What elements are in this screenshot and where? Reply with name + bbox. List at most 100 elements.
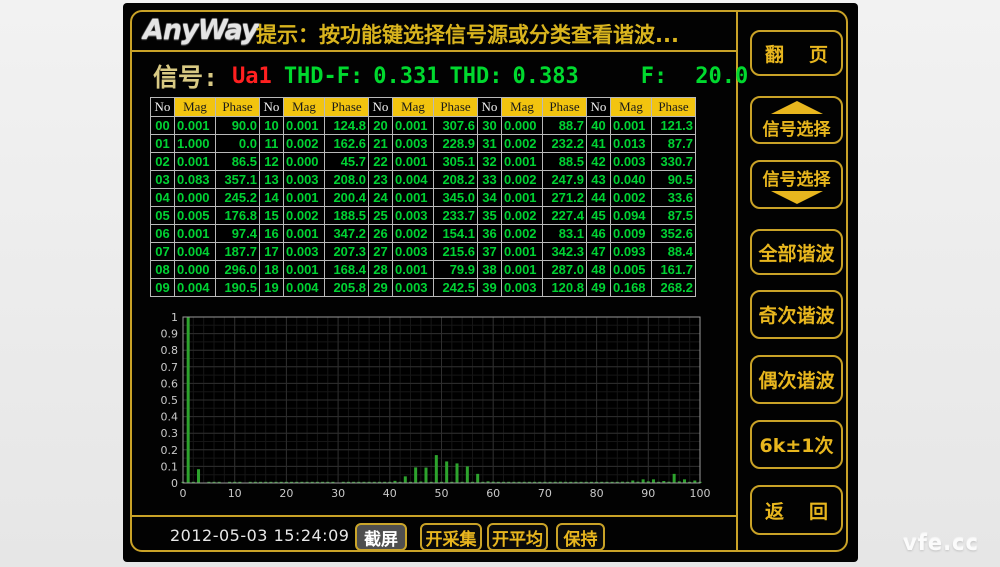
harmonic-phase: 271.2 — [543, 189, 587, 207]
screenshot-button[interactable]: 截屏 — [355, 523, 407, 551]
harmonic-mag: 0.003 — [284, 243, 325, 261]
harmonic-phase: 215.6 — [434, 243, 478, 261]
harmonic-no: 25 — [369, 207, 393, 225]
footer-divider — [132, 515, 736, 517]
harmonic-phase: 208.2 — [434, 171, 478, 189]
harmonic-phase: 233.7 — [434, 207, 478, 225]
harmonic-phase: 200.4 — [325, 189, 369, 207]
harmonic-phase: 168.4 — [325, 261, 369, 279]
harmonic-phase: 205.8 — [325, 279, 369, 297]
harmonic-phase: 90.0 — [216, 117, 260, 135]
signal-label: 信号: — [153, 58, 218, 94]
harmonic-mag: 0.001 — [502, 261, 543, 279]
harmonic-mag: 0.002 — [284, 207, 325, 225]
harmonic-no: 43 — [587, 171, 611, 189]
svg-text:60: 60 — [486, 487, 500, 500]
harmonic-no: 37 — [478, 243, 502, 261]
harmonic-mag: 0.002 — [611, 189, 652, 207]
button-label: 偶次谐波 — [758, 366, 834, 393]
harmonic-mag: 0.003 — [393, 279, 434, 297]
svg-text:90: 90 — [641, 487, 655, 500]
svg-text:50: 50 — [435, 487, 449, 500]
harmonic-mag: 0.001 — [175, 117, 216, 135]
harmonic-no: 02 — [151, 153, 175, 171]
harmonic-phase: 207.3 — [325, 243, 369, 261]
page-turn-button[interactable]: 翻页 — [750, 30, 843, 76]
table-row: 070.004187.7170.003207.3270.003215.6370.… — [151, 243, 696, 261]
even-harmonics-button[interactable]: 偶次谐波 — [750, 355, 843, 404]
table-row: 050.005176.8150.002188.5250.003233.7350.… — [151, 207, 696, 225]
harmonic-no: 13 — [260, 171, 284, 189]
harmonic-no: 28 — [369, 261, 393, 279]
harmonic-mag: 0.003 — [502, 279, 543, 297]
page-background: AnyWay 提示：按功能键选择信号源或分类查看谐波... 信号: Ua1 TH… — [0, 0, 1000, 567]
signal-name: Ua1 — [232, 64, 272, 89]
harmonic-phase: 345.0 — [434, 189, 478, 207]
harmonic-phase: 176.8 — [216, 207, 260, 225]
table-row: 011.0000.0110.002162.6210.003228.9310.00… — [151, 135, 696, 153]
harmonic-phase: 0.0 — [216, 135, 260, 153]
title-divider — [132, 50, 736, 52]
harmonic-mag: 0.093 — [611, 243, 652, 261]
button-label: 全部谐波 — [758, 239, 834, 266]
harmonic-mag: 0.000 — [175, 189, 216, 207]
table-row: 030.083357.1130.003208.0230.004208.2330.… — [151, 171, 696, 189]
col-header-mag: Mag — [175, 98, 216, 117]
harmonic-no: 16 — [260, 225, 284, 243]
signal-select-down-button[interactable]: 信号选择 — [750, 160, 843, 209]
hold-button[interactable]: 保持 — [556, 523, 605, 551]
svg-text:0.8: 0.8 — [161, 344, 179, 357]
svg-text:70: 70 — [538, 487, 552, 500]
harmonic-phase: 330.7 — [652, 153, 696, 171]
all-harmonics-button[interactable]: 全部谐波 — [750, 229, 843, 275]
harmonic-no: 34 — [478, 189, 502, 207]
col-header-phase: Phase — [652, 98, 696, 117]
harmonic-phase: 188.5 — [325, 207, 369, 225]
thdf-value: 0.331 — [373, 64, 439, 89]
harmonic-mag: 0.001 — [393, 261, 434, 279]
return-button[interactable]: 返回 — [750, 485, 843, 535]
harmonic-no: 03 — [151, 171, 175, 189]
harmonic-no: 01 — [151, 135, 175, 153]
harmonic-phase: 90.5 — [652, 171, 696, 189]
harmonic-no: 11 — [260, 135, 284, 153]
harmonic-phase: 268.2 — [652, 279, 696, 297]
harmonic-mag: 0.000 — [502, 117, 543, 135]
harmonic-no: 24 — [369, 189, 393, 207]
harmonic-phase: 88.7 — [543, 117, 587, 135]
button-char: 回 — [809, 497, 828, 524]
arrow-up-icon — [771, 101, 823, 114]
harmonic-phase: 33.6 — [652, 189, 696, 207]
table-row: 090.004190.5190.004205.8290.003242.5390.… — [151, 279, 696, 297]
harmonics-bar-chart: 00.10.20.30.40.50.60.70.80.9101020304050… — [150, 308, 725, 508]
col-header-phase: Phase — [325, 98, 369, 117]
harmonic-mag: 0.002 — [502, 225, 543, 243]
col-header-no: No — [151, 98, 175, 117]
harmonic-phase: 88.5 — [543, 153, 587, 171]
col-header-phase: Phase — [543, 98, 587, 117]
harmonic-phase: 352.6 — [652, 225, 696, 243]
start-averaging-button[interactable]: 开平均 — [487, 523, 548, 551]
harmonic-phase: 187.7 — [216, 243, 260, 261]
harmonic-no: 22 — [369, 153, 393, 171]
col-header-mag: Mag — [284, 98, 325, 117]
svg-text:20: 20 — [279, 487, 293, 500]
harmonic-mag: 0.001 — [284, 225, 325, 243]
harmonic-mag: 0.001 — [284, 189, 325, 207]
harmonic-mag: 0.000 — [175, 261, 216, 279]
odd-harmonics-button[interactable]: 奇次谐波 — [750, 290, 843, 339]
harmonic-phase: 228.9 — [434, 135, 478, 153]
harmonic-no: 06 — [151, 225, 175, 243]
harmonic-mag: 0.040 — [611, 171, 652, 189]
harmonic-no: 46 — [587, 225, 611, 243]
svg-text:0.5: 0.5 — [161, 394, 179, 407]
button-label: 奇次谐波 — [758, 301, 834, 328]
analyzer-screen: AnyWay 提示：按功能键选择信号源或分类查看谐波... 信号: Ua1 TH… — [123, 3, 858, 562]
harmonic-mag: 0.002 — [502, 135, 543, 153]
table-row: 060.00197.4160.001347.2260.002154.1360.0… — [151, 225, 696, 243]
6k-plus-minus-1-button[interactable]: 6k±1次 — [750, 420, 843, 469]
harmonic-no: 17 — [260, 243, 284, 261]
harmonic-mag: 0.001 — [393, 189, 434, 207]
start-acquisition-button[interactable]: 开采集 — [420, 523, 482, 551]
signal-select-up-button[interactable]: 信号选择 — [750, 96, 843, 144]
